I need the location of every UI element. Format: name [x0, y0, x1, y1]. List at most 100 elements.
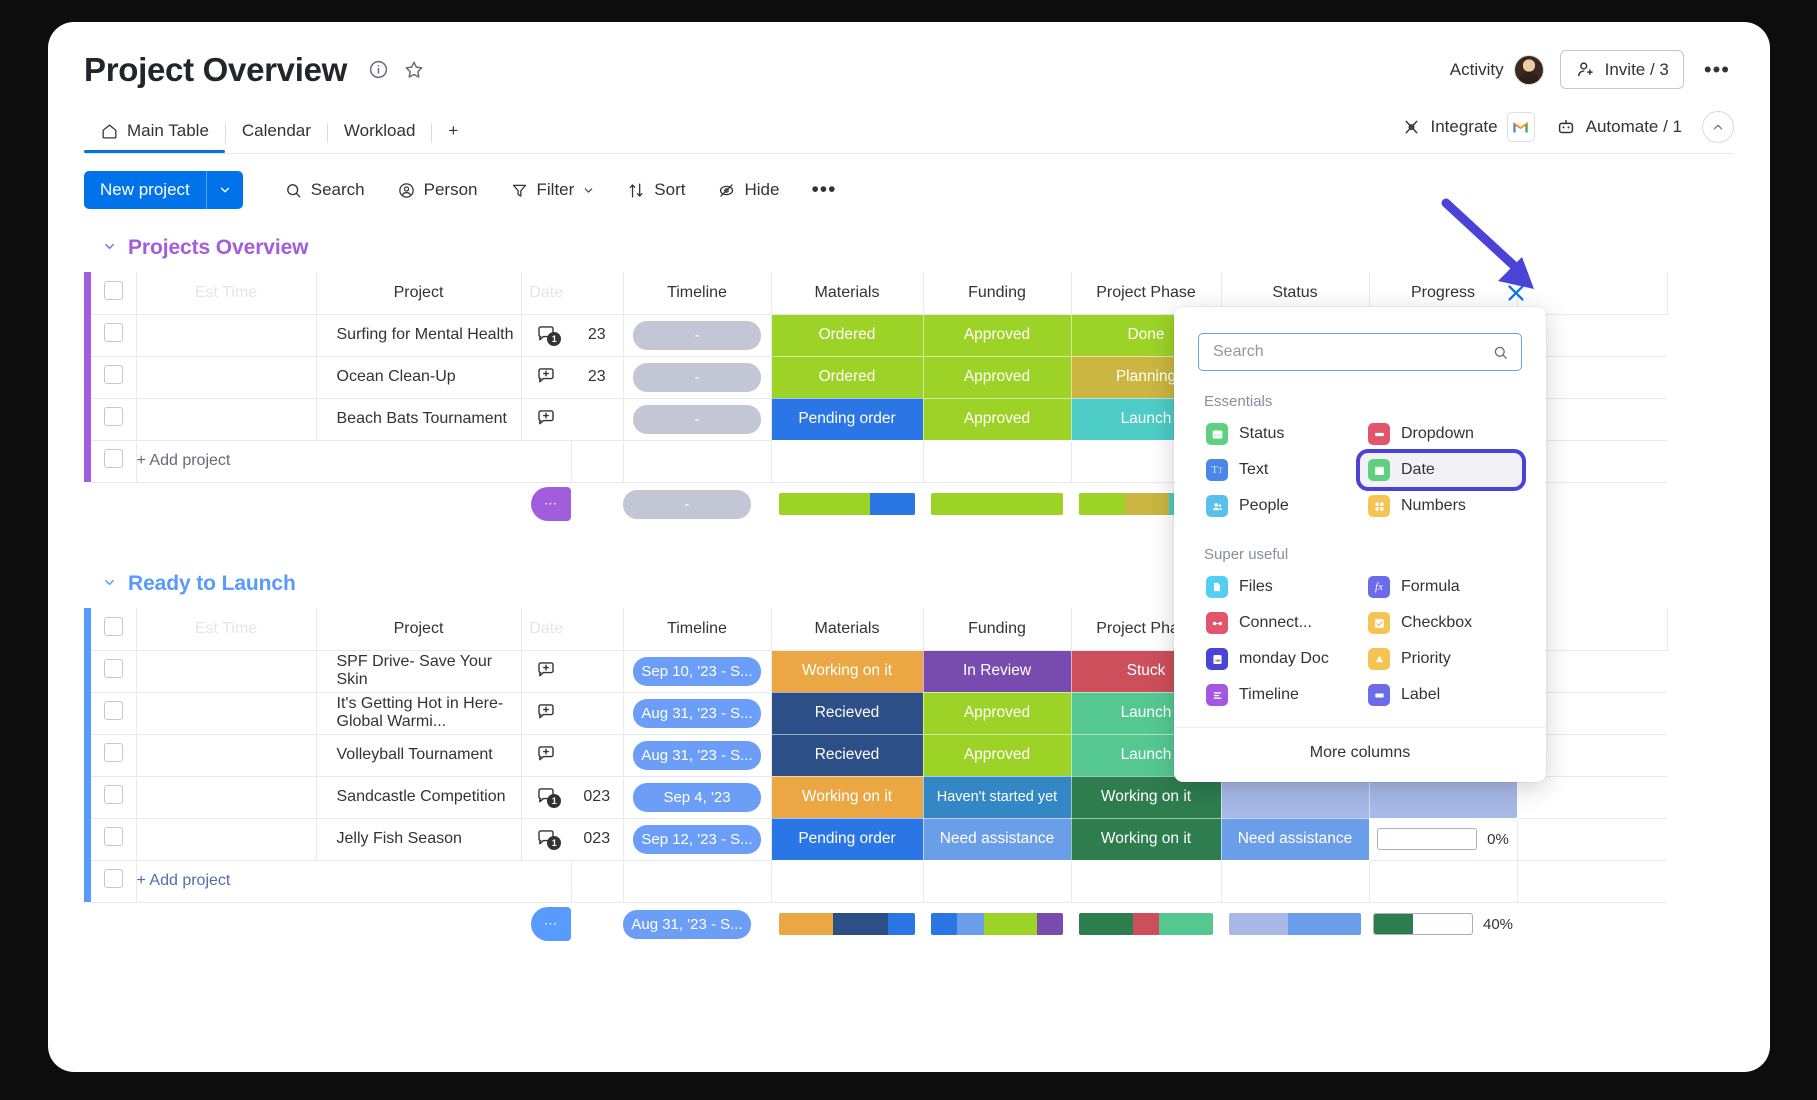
cell-project-phase[interactable]: Working on it [1071, 818, 1222, 861]
board-more-button[interactable]: ••• [1700, 57, 1734, 83]
row-checkbox-cell[interactable] [91, 398, 137, 441]
col-header-materials[interactable]: Materials [771, 608, 924, 651]
avatar[interactable] [1513, 54, 1544, 85]
cell-funding[interactable]: Approved [923, 734, 1072, 777]
cell-date[interactable]: 23 [571, 356, 624, 399]
column-option-files[interactable]: Files [1198, 570, 1360, 604]
row-checkbox[interactable] [103, 365, 123, 384]
row-checkbox[interactable] [103, 449, 123, 468]
info-circle-icon[interactable] [367, 59, 389, 81]
row-checkbox-cell[interactable] [91, 818, 137, 861]
cell-materials[interactable]: Recieved [771, 692, 924, 735]
cell-project-name[interactable]: SPF Drive- Save Your Skin [316, 650, 522, 693]
add-comment-icon[interactable] [535, 407, 557, 427]
cell-project-name[interactable]: Ocean Clean-Up [316, 356, 522, 399]
cell-timeline[interactable]: - [623, 398, 772, 441]
toolbar-more-button[interactable]: ••• [798, 170, 849, 210]
cell-comment[interactable] [521, 692, 571, 735]
cell-funding[interactable]: Approved [923, 692, 1072, 735]
chevron-down-icon[interactable] [102, 575, 117, 594]
cell-timeline[interactable]: - [623, 356, 772, 399]
row-checkbox-cell[interactable] [91, 692, 137, 735]
close-column-picker-button[interactable] [1497, 274, 1535, 312]
column-option-date[interactable]: Date [1360, 453, 1522, 487]
add-project-button[interactable]: + Add project [136, 860, 572, 903]
cell-status[interactable] [1221, 776, 1370, 819]
cell-timeline[interactable]: Sep 12, '23 - S... [623, 818, 772, 861]
row-checkbox[interactable] [103, 701, 123, 720]
row-checkbox-cell[interactable] [91, 650, 137, 693]
row-checkbox-cell[interactable] [91, 314, 137, 357]
col-header-date[interactable]: Date [521, 272, 571, 315]
cell-project-name[interactable]: Sandcastle Competition [316, 776, 522, 819]
cell-timeline[interactable]: Aug 31, '23 - S... [623, 692, 772, 735]
col-header-project[interactable]: Project [316, 608, 522, 651]
column-option-text[interactable]: TT Text [1198, 453, 1360, 487]
timeline-pill[interactable]: Sep 4, '23 [633, 782, 761, 812]
cell-comment[interactable]: 1 [521, 776, 571, 819]
cell-project-name[interactable]: Volleyball Tournament [316, 734, 522, 777]
cell-est-time[interactable] [136, 692, 317, 735]
cell-est-time[interactable] [136, 776, 317, 819]
col-header-project[interactable]: Project [316, 272, 522, 315]
column-option-priority[interactable]: Priority [1360, 642, 1522, 676]
summary-batch-icon[interactable]: ⋯ [521, 482, 571, 526]
cell-materials[interactable]: Pending order [771, 398, 924, 441]
person-button[interactable]: Person [384, 172, 491, 208]
column-option-numbers[interactable]: Numbers [1360, 489, 1522, 523]
star-outline-icon[interactable] [403, 59, 425, 81]
cell-funding[interactable]: Approved [923, 356, 1072, 399]
new-project-button[interactable]: New project [84, 171, 243, 209]
tab-add-view[interactable]: + [432, 113, 474, 153]
timeline-pill[interactable]: Aug 31, '23 - S... [633, 698, 761, 728]
col-header-timeline[interactable]: Timeline [623, 272, 772, 315]
column-option-checkbox[interactable]: Checkbox [1360, 606, 1522, 640]
cell-date[interactable]: 023 [571, 776, 624, 819]
column-search-input[interactable] [1211, 342, 1484, 362]
cell-est-time[interactable] [136, 356, 317, 399]
table-row[interactable]: Jelly Fish Season 1 023 Sep 12, '23 - S.… [84, 818, 1667, 861]
cell-comment[interactable] [521, 734, 571, 777]
comment-bubble-icon[interactable]: 1 [535, 827, 562, 850]
add-comment-icon[interactable] [535, 701, 557, 721]
row-checkbox[interactable] [103, 869, 123, 888]
add-row[interactable]: + Add project [84, 860, 1667, 903]
timeline-pill[interactable]: - [633, 362, 761, 392]
column-option-label[interactable]: Label [1360, 678, 1522, 712]
add-comment-icon[interactable] [535, 365, 557, 385]
select-all-cell[interactable] [91, 608, 137, 651]
column-option-formula[interactable]: fx Formula [1360, 570, 1522, 604]
integrate-button[interactable]: Integrate [1401, 112, 1535, 142]
tab-workload[interactable]: Workload [328, 113, 432, 153]
sort-button[interactable]: Sort [614, 172, 698, 208]
more-columns-button[interactable]: More columns [1310, 744, 1410, 761]
chevron-down-icon[interactable] [207, 171, 243, 209]
row-checkbox-cell[interactable] [91, 776, 137, 819]
add-comment-icon[interactable] [535, 743, 557, 763]
row-checkbox[interactable] [103, 407, 123, 426]
cell-est-time[interactable] [136, 314, 317, 357]
automate-button[interactable]: Automate / 1 [1555, 116, 1682, 138]
row-checkbox-cell[interactable] [91, 356, 137, 399]
tab-main-table[interactable]: Main Table [84, 113, 225, 153]
cell-est-time[interactable] [136, 818, 317, 861]
column-option-timeline[interactable]: Timeline [1198, 678, 1360, 712]
timeline-pill[interactable]: Sep 10, '23 - S... [633, 656, 761, 686]
summary-batch-icon[interactable]: ⋯ [521, 902, 571, 946]
cell-comment[interactable] [521, 398, 571, 441]
table-row[interactable]: Sandcastle Competition 1 023 Sep 4, '23 … [84, 776, 1667, 819]
cell-status[interactable]: Need assistance [1221, 818, 1370, 861]
col-header-materials[interactable]: Materials [771, 272, 924, 315]
cell-project-name[interactable]: Jelly Fish Season [316, 818, 522, 861]
comment-bubble-icon[interactable]: 1 [535, 323, 562, 346]
cell-project-name[interactable]: Surfing for Mental Health [316, 314, 522, 357]
cell-comment[interactable] [521, 650, 571, 693]
gmail-icon[interactable] [1506, 112, 1535, 142]
cell-materials[interactable]: Pending order [771, 818, 924, 861]
cell-project-phase[interactable]: Working on it [1071, 776, 1222, 819]
cell-date[interactable]: 023 [571, 818, 624, 861]
chevron-down-icon[interactable] [102, 239, 117, 258]
select-all-cell[interactable] [91, 272, 137, 315]
add-project-button[interactable]: + Add project [136, 440, 572, 483]
cell-project-name[interactable]: Beach Bats Tournament [316, 398, 522, 441]
